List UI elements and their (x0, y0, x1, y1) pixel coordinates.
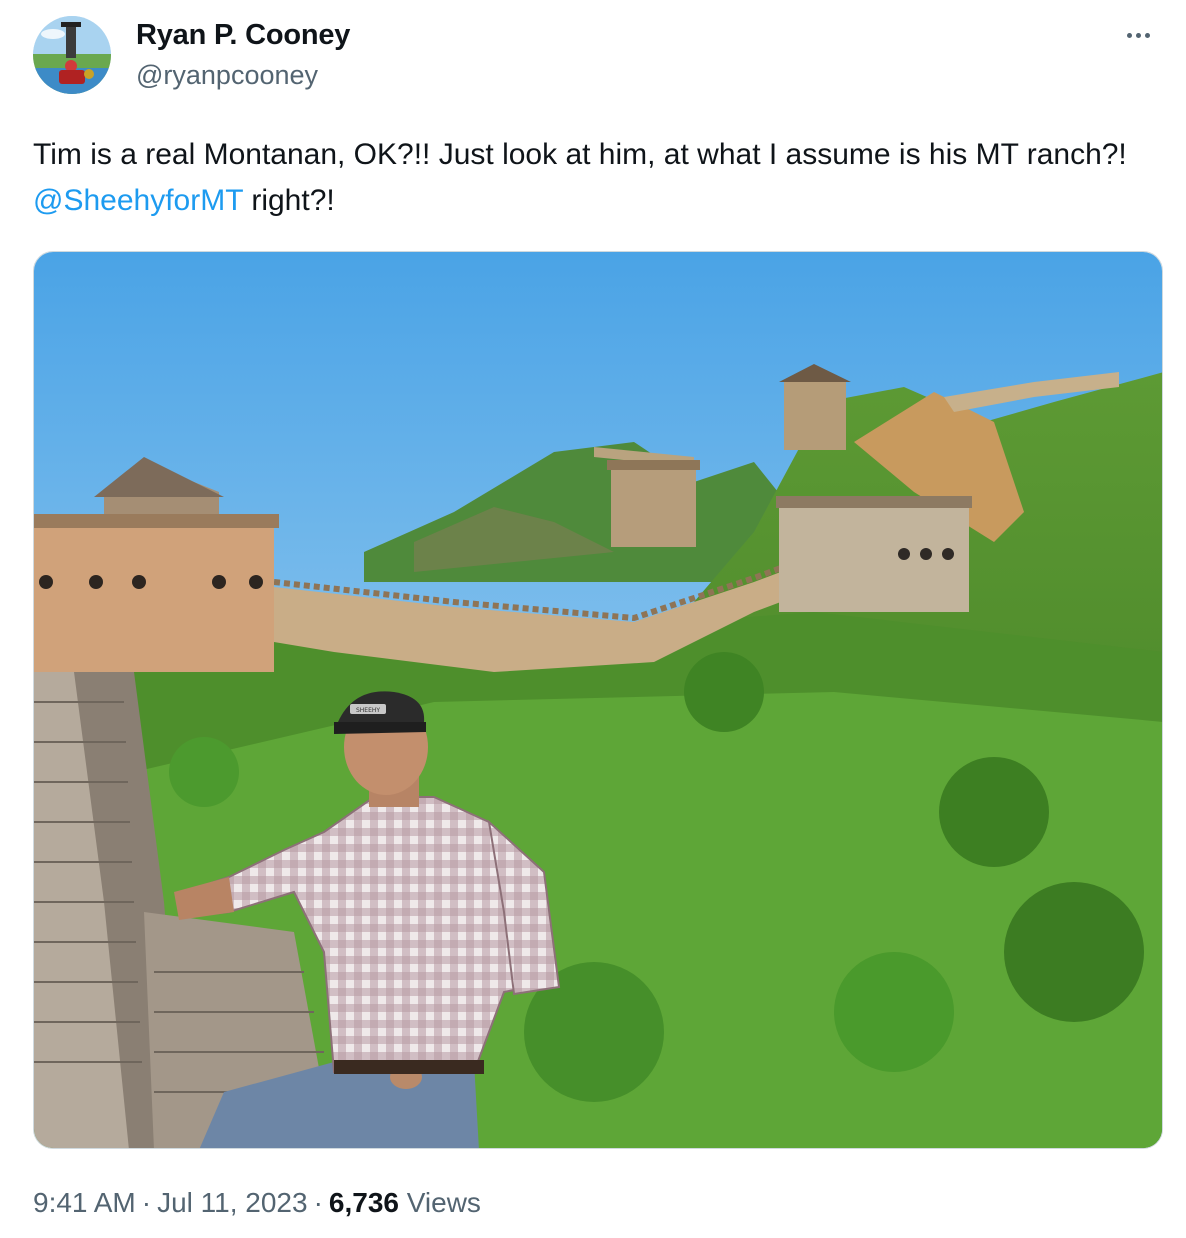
views-label: Views (406, 1187, 481, 1218)
more-options-button[interactable] (1118, 22, 1158, 48)
tweet: Ryan P. Cooney @ryanpcooney Tim is a rea… (0, 0, 1186, 1238)
views-count[interactable]: 6,736 (329, 1187, 399, 1218)
author-avatar[interactable] (33, 16, 111, 94)
tweet-date[interactable]: Jul 11, 2023 (157, 1187, 308, 1218)
author-handle[interactable]: @ryanpcooney (136, 56, 350, 94)
avatar-photo-icon (33, 16, 111, 94)
tweet-media-image[interactable]: SHEEHY (33, 251, 1163, 1149)
tweet-time[interactable]: 9:41 AM (33, 1187, 136, 1218)
tweet-meta: 9:41 AM · Jul 11, 2023 · 6,736 Views (33, 1184, 481, 1222)
cap-logo-text: SHEEHY (356, 707, 380, 714)
author-display-name[interactable]: Ryan P. Cooney (136, 16, 350, 54)
great-wall-photo: SHEEHY (34, 252, 1162, 1148)
mention-link[interactable]: @SheehyforMT (33, 184, 243, 217)
tweet-text: Tim is a real Montanan, OK?!! Just look … (33, 132, 1163, 224)
meta-separator: · (313, 1187, 323, 1218)
tweet-text-end: right?! (243, 184, 335, 217)
meta-separator: · (141, 1187, 152, 1218)
tweet-text-main: Tim is a real Montanan, OK?!! Just look … (33, 138, 1127, 171)
author-info[interactable]: Ryan P. Cooney @ryanpcooney (136, 16, 350, 94)
more-options-icon (1125, 32, 1152, 38)
